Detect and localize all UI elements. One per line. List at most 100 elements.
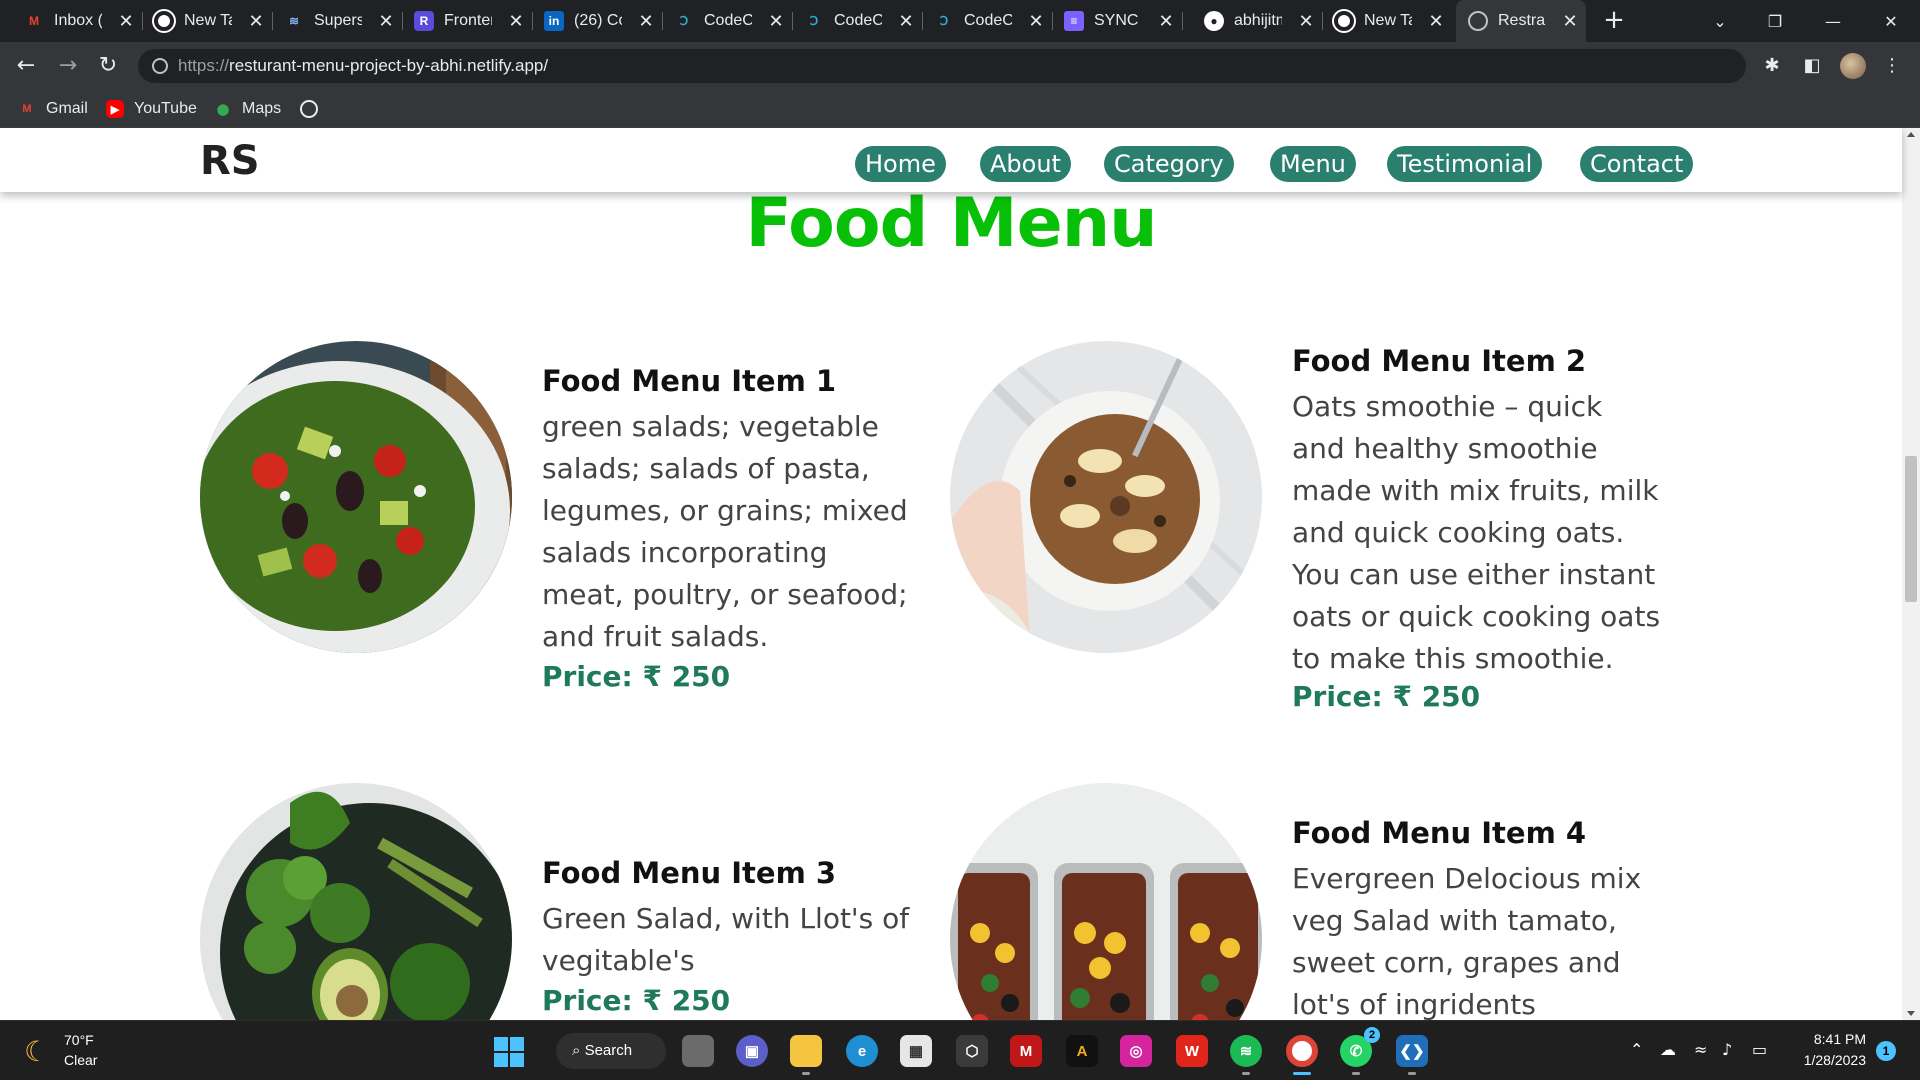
tab-search-chevron-icon[interactable]: ⌄ — [1690, 0, 1750, 42]
close-icon[interactable]: ✕ — [636, 11, 656, 31]
tab-frontend[interactable]: R Frontend ✕ — [402, 0, 533, 42]
back-arrow-icon[interactable]: ← — [12, 52, 40, 80]
bookmark-youtube[interactable]: ▶ YouTube — [106, 99, 197, 119]
edge-browser-icon[interactable]: e — [846, 1035, 878, 1067]
close-icon[interactable]: ✕ — [1026, 11, 1046, 31]
tab-gmail[interactable]: M Inbox (6 ✕ — [12, 0, 143, 42]
volume-icon[interactable]: ♪ — [1722, 1040, 1732, 1059]
bookmark-label: Gmail — [46, 100, 88, 117]
window-close-button[interactable]: ✕ — [1862, 0, 1920, 42]
onedrive-cloud-icon[interactable]: ☁ — [1660, 1040, 1676, 1059]
close-icon[interactable]: ✕ — [1560, 11, 1580, 31]
nav-contact[interactable]: Contact — [1580, 146, 1694, 182]
bookmark-gmail[interactable]: M Gmail — [18, 99, 88, 119]
battery-icon[interactable]: ▭ — [1752, 1040, 1767, 1059]
nav-menu[interactable]: Menu — [1270, 146, 1356, 182]
scrollbar-thumb[interactable] — [1905, 456, 1917, 602]
chrome-taskbar-icon[interactable] — [1286, 1035, 1318, 1075]
tab-new-tab-2[interactable]: New Tab ✕ — [1322, 0, 1452, 42]
clock-date[interactable]: 1/28/2023 — [1780, 1052, 1866, 1068]
tab-codeclause-1[interactable]: Ↄ CodeCl ✕ — [662, 0, 793, 42]
tab-sync[interactable]: ≡ SYNC Ir ✕ — [1052, 0, 1183, 42]
nav-about[interactable]: About — [980, 146, 1071, 182]
close-icon[interactable]: ✕ — [506, 11, 526, 31]
site-logo[interactable]: RS — [200, 138, 260, 184]
bookmark-label: YouTube — [134, 100, 197, 117]
tab-new-tab[interactable]: New Tab ✕ — [142, 0, 273, 42]
nav-home[interactable]: Home — [855, 146, 946, 182]
bookmark-maps[interactable]: ⬤ Maps — [214, 99, 281, 119]
food-item-4-title: Food Menu Item 4 — [1292, 816, 1587, 850]
browser-tab-strip: M Inbox (6 ✕ New Tab ✕ ≋ Supersee ✕ R Fr… — [0, 0, 1920, 42]
list-icon: ≡ — [1064, 11, 1084, 31]
task-view-icon[interactable] — [682, 1035, 714, 1067]
tab-codeclause-2[interactable]: Ↄ CodeCl ✕ — [792, 0, 923, 42]
weather-condition[interactable]: Clear — [64, 1052, 97, 1068]
moon-weather-icon[interactable]: ☾ — [24, 1035, 49, 1068]
arc-app-icon[interactable]: A — [1066, 1035, 1098, 1067]
github-icon: ● — [1204, 11, 1224, 31]
instagram-icon[interactable]: ◎ — [1120, 1035, 1152, 1067]
bookmark-globe[interactable] — [300, 99, 328, 119]
side-panel-icon[interactable]: ◧ — [1800, 54, 1824, 78]
microsoft-store-icon[interactable]: ▦ — [900, 1035, 932, 1067]
clock-time[interactable]: 8:41 PM — [1792, 1031, 1866, 1047]
extensions-puzzle-icon[interactable]: ✱ — [1760, 54, 1784, 78]
tab-label: Frontend — [444, 12, 492, 29]
teams-chat-icon[interactable]: ▣ — [736, 1035, 768, 1067]
profile-avatar[interactable] — [1840, 53, 1866, 79]
whatsapp-icon[interactable]: ✆ 2 — [1340, 1027, 1380, 1075]
address-url[interactable]: https://resturant-menu-project-by-abhi.n… — [178, 56, 548, 76]
notification-badge[interactable]: 1 — [1876, 1041, 1896, 1061]
codeclause-icon: Ↄ — [679, 14, 689, 28]
tab-restaurant-active[interactable]: Restrau ✕ — [1456, 0, 1586, 42]
new-tab-button[interactable]: + — [1600, 7, 1628, 35]
wps-office-icon[interactable]: W — [1176, 1035, 1208, 1067]
close-icon[interactable]: ✕ — [246, 11, 266, 31]
window-minimize-button[interactable]: — — [1804, 0, 1862, 42]
page-scrollbar[interactable] — [1902, 128, 1920, 1020]
nav-testimonial[interactable]: Testimonial — [1387, 146, 1543, 182]
tray-chevron-up-icon[interactable]: ⌃ — [1630, 1040, 1643, 1059]
more-menu-icon[interactable]: ⋮ — [1880, 54, 1904, 78]
tab-supersee[interactable]: ≋ Supersee ✕ — [272, 0, 403, 42]
bookmarks-bar: M Gmail ▶ YouTube ⬤ Maps — [0, 90, 1920, 128]
forward-arrow-icon[interactable]: → — [54, 52, 82, 80]
close-icon[interactable]: ✕ — [1426, 11, 1446, 31]
file-explorer-icon[interactable] — [790, 1035, 822, 1075]
meal-prep-boxes-image — [950, 783, 1262, 1020]
food-item-2-description: Oats smoothie – quick and healthy smooth… — [1292, 390, 1661, 675]
weather-temperature[interactable]: 70°F — [64, 1032, 94, 1048]
close-icon[interactable]: ✕ — [116, 11, 136, 31]
site-info-icon[interactable] — [152, 58, 168, 74]
gmail-icon: M — [29, 14, 39, 28]
tab-linkedin[interactable]: in (26) Co ✕ — [532, 0, 663, 42]
window-restore-button[interactable]: ❐ — [1746, 0, 1804, 42]
wifi-icon[interactable]: ≈ — [1694, 1040, 1707, 1059]
app-hexagon-icon[interactable]: ⬡ — [956, 1035, 988, 1067]
scroll-down-arrow-icon[interactable] — [1907, 1011, 1915, 1016]
close-icon[interactable]: ✕ — [376, 11, 396, 31]
tab-github[interactable]: ● abhijitm ✕ — [1192, 0, 1323, 42]
close-icon[interactable]: ✕ — [1156, 11, 1176, 31]
oats-bowl-image — [950, 341, 1262, 653]
close-icon[interactable]: ✕ — [1296, 11, 1316, 31]
tab-codeclause-3[interactable]: Ↄ CodeCl ✕ — [922, 0, 1053, 42]
site-navbar: RS Home About Category Menu Testimonial … — [0, 128, 1902, 192]
linkedin-icon: in — [544, 11, 564, 31]
codeclause-icon: Ↄ — [939, 14, 949, 28]
mcafee-icon[interactable]: M — [1010, 1035, 1042, 1067]
page-title: Food Menu — [745, 184, 1157, 263]
windows-start-icon[interactable] — [494, 1037, 524, 1067]
scroll-up-arrow-icon[interactable] — [1907, 132, 1915, 137]
reload-icon[interactable]: ↻ — [94, 52, 122, 80]
food-item-4-description: Evergreen Delocious mix veg Salad with t… — [1292, 862, 1642, 1020]
close-icon[interactable]: ✕ — [766, 11, 786, 31]
tab-label: CodeCl — [964, 12, 1012, 29]
taskbar-search[interactable]: ⌕ Search — [556, 1033, 666, 1069]
spotify-icon[interactable]: ≋ — [1230, 1035, 1262, 1075]
address-bar[interactable]: https://resturant-menu-project-by-abhi.n… — [138, 49, 1746, 83]
vscode-icon[interactable]: ❮❯ — [1396, 1035, 1428, 1075]
close-icon[interactable]: ✕ — [896, 11, 916, 31]
nav-category[interactable]: Category — [1104, 146, 1234, 182]
